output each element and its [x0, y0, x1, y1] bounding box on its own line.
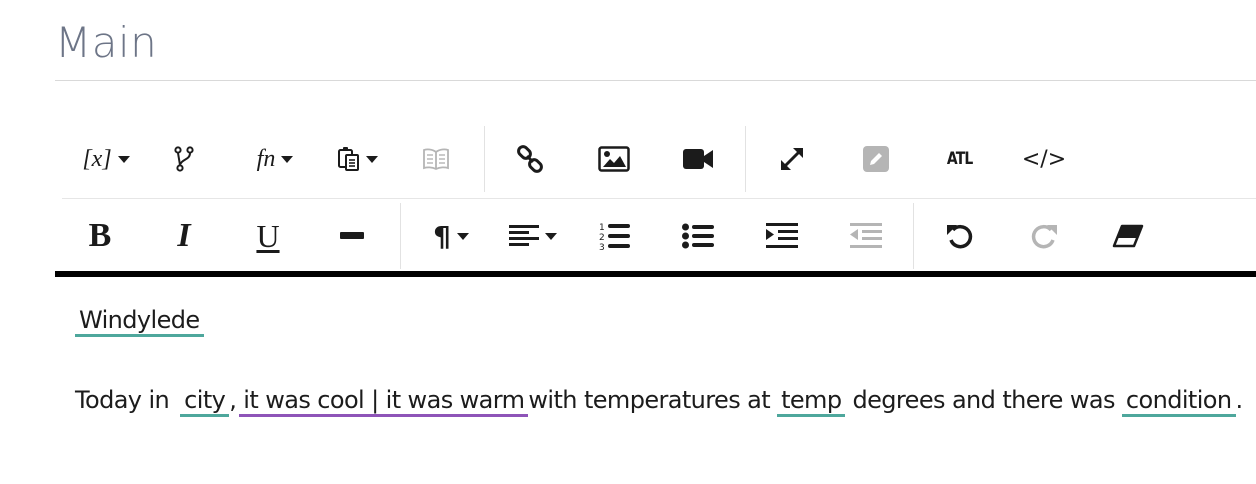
outdent-icon [850, 223, 882, 248]
align-dropdown-button[interactable] [502, 216, 564, 256]
branch-icon [174, 146, 194, 172]
fullscreen-button[interactable] [770, 139, 814, 179]
text-segment: Today in [75, 386, 170, 414]
unordered-list-icon [682, 223, 714, 249]
toolbar-row-2: B I U ¶ 1 2 3 [62, 198, 1256, 273]
editor-top-border [55, 271, 1256, 277]
atl-button[interactable]: ATL [938, 139, 982, 179]
svg-text:1: 1 [599, 223, 605, 233]
text-segment: degrees and there was [852, 386, 1116, 414]
bold-icon: B [88, 217, 112, 254]
text-segment: with temperatures at [528, 386, 771, 414]
italic-button[interactable]: I [162, 216, 206, 256]
function-icon: fn [256, 145, 276, 172]
toolbar-separator [745, 126, 746, 192]
chevron-down-icon [545, 232, 557, 240]
function-dropdown-button[interactable]: fn [246, 139, 304, 179]
toolbar-row-1: [x] fn ATL </> [62, 120, 1256, 198]
page-title: Main [55, 18, 158, 67]
redo-icon [1031, 224, 1057, 249]
text-segment: . [1235, 386, 1244, 414]
text-segment: , [229, 386, 237, 414]
horizontal-rule-button[interactable] [330, 216, 374, 256]
toolbar-separator [913, 203, 914, 269]
code-icon: </> [1021, 146, 1067, 172]
title-divider [55, 80, 1256, 81]
alternation-token[interactable]: it was cool | it was warm [239, 386, 529, 417]
link-button[interactable] [508, 139, 552, 179]
toolbar-separator [400, 203, 401, 269]
editor-line-2: Today in city, it was cool | it was warm… [75, 386, 1243, 417]
video-button[interactable] [676, 139, 720, 179]
toolbar-separator [484, 126, 485, 192]
paste-dropdown-button[interactable] [330, 139, 386, 179]
atl-icon: ATL [947, 149, 973, 169]
underline-icon: U [256, 217, 280, 254]
image-button[interactable] [592, 139, 636, 179]
svg-text:3: 3 [599, 243, 605, 251]
undo-button[interactable] [938, 216, 982, 256]
variables-icon: [x] [82, 145, 112, 172]
paragraph-dropdown-button[interactable]: ¶ [420, 216, 482, 256]
indent-icon [766, 223, 798, 248]
horizontal-rule-icon [340, 232, 364, 239]
editor-line-1: Windylede [75, 306, 204, 337]
unordered-list-button[interactable] [676, 216, 720, 256]
align-left-icon [509, 225, 539, 246]
chevron-down-icon [456, 232, 469, 240]
chevron-down-icon [366, 155, 378, 163]
pencil-square-icon [863, 146, 889, 172]
redo-button[interactable] [1022, 216, 1066, 256]
underline-button[interactable]: U [246, 216, 290, 256]
paste-icon [338, 147, 359, 171]
variable-token-condition[interactable]: condition [1121, 386, 1236, 417]
video-camera-icon [683, 149, 713, 169]
variable-token-temp[interactable]: temp [777, 386, 846, 417]
svg-text:2: 2 [599, 233, 605, 243]
eraser-icon [1112, 224, 1144, 248]
variable-token-city[interactable]: city [180, 386, 230, 417]
dictionary-button[interactable] [414, 139, 458, 179]
variables-dropdown-button[interactable]: [x] [76, 139, 136, 179]
ordered-list-icon: 1 2 3 [599, 223, 630, 251]
branch-button[interactable] [162, 139, 206, 179]
undo-icon [947, 224, 973, 249]
link-icon [517, 145, 543, 173]
chevron-down-icon [281, 155, 294, 163]
book-icon [423, 148, 449, 170]
chevron-down-icon [117, 155, 130, 163]
paragraph-icon: ¶ [433, 219, 451, 253]
indent-button[interactable] [760, 216, 804, 256]
edit-button[interactable] [854, 139, 898, 179]
expand-icon [780, 147, 804, 171]
variable-token[interactable]: Windylede [75, 306, 204, 337]
source-code-button[interactable]: </> [1022, 139, 1066, 179]
italic-icon: I [177, 217, 191, 254]
image-icon [598, 146, 630, 172]
bold-button[interactable]: B [78, 216, 122, 256]
clear-formatting-button[interactable] [1106, 216, 1150, 256]
ordered-list-button[interactable]: 1 2 3 [592, 216, 636, 256]
outdent-button[interactable] [844, 216, 888, 256]
